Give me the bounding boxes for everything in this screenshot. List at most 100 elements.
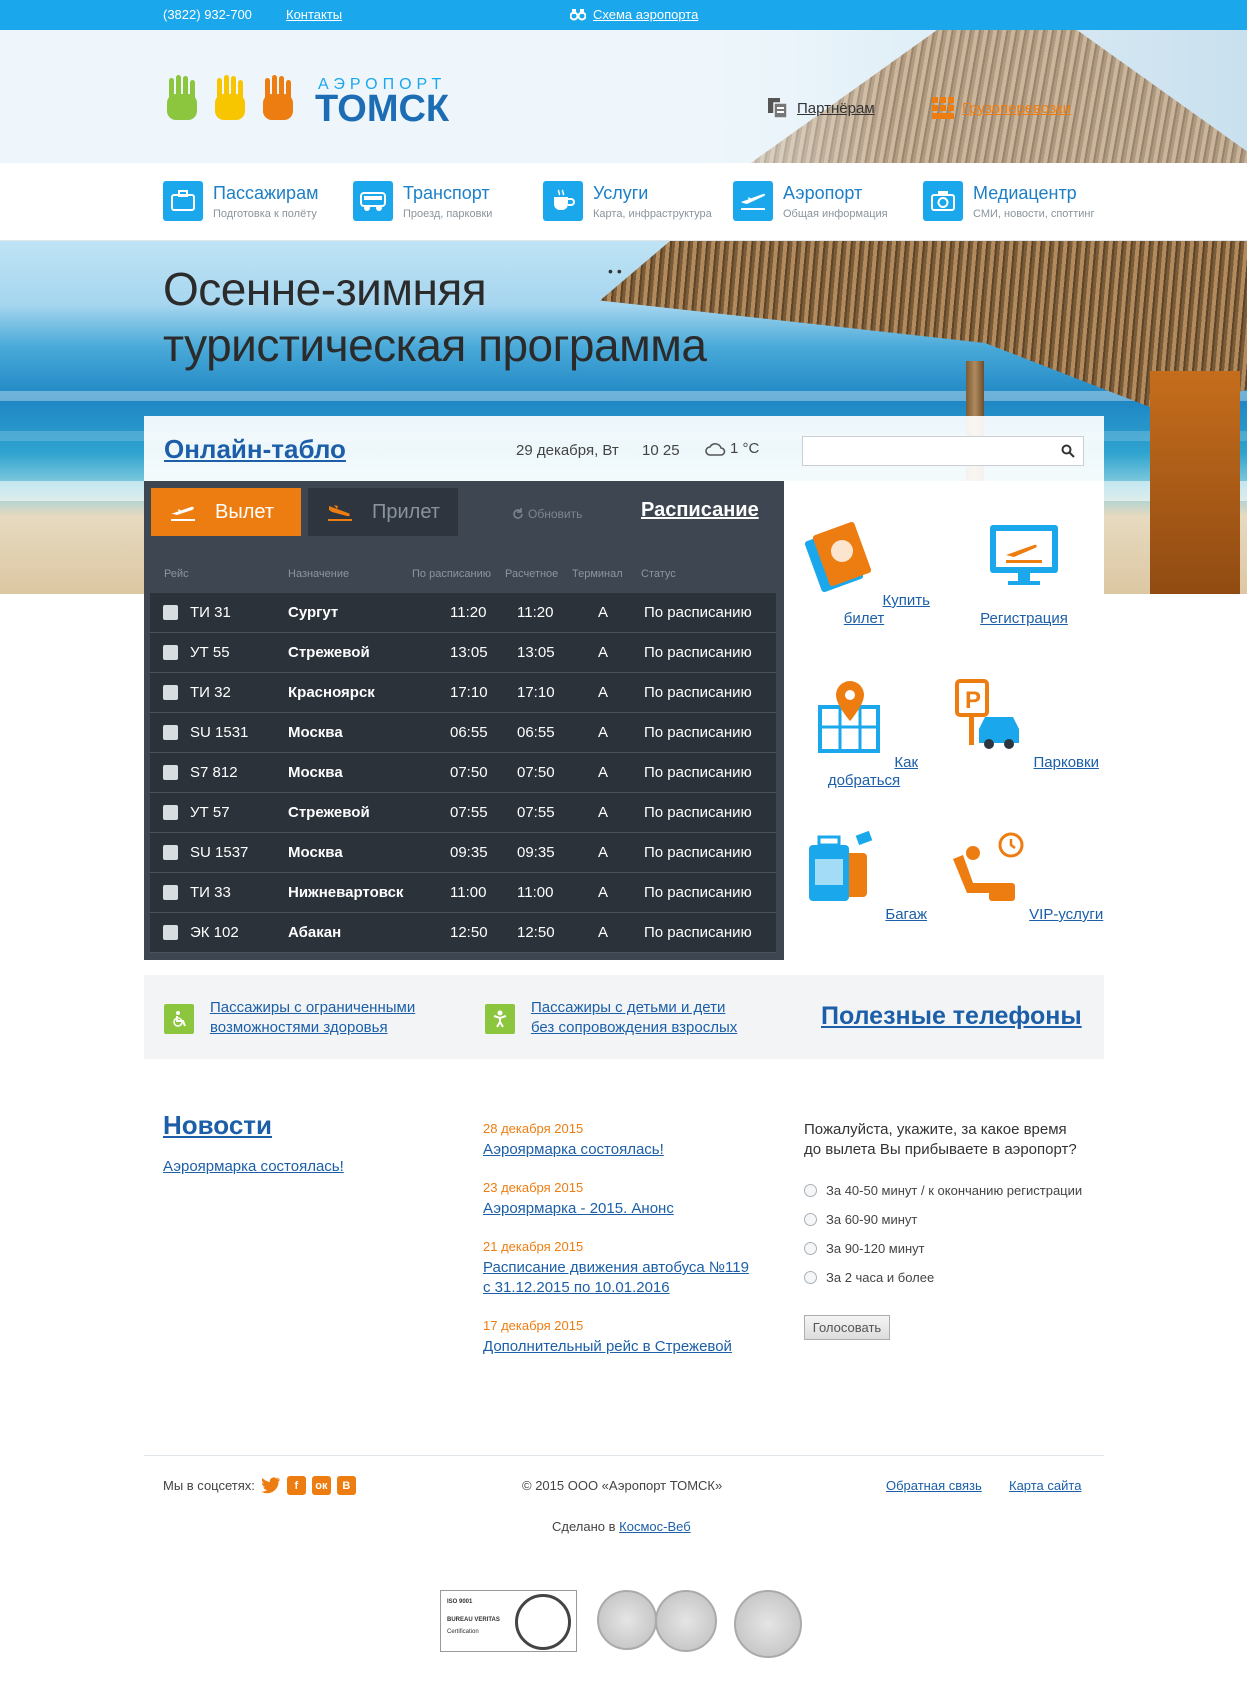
table-row[interactable]: УТ 57 Стрежевой 07:55 07:55 A По расписанию <box>150 793 776 833</box>
passport-icon <box>804 521 872 593</box>
suitcase-icon <box>163 181 203 221</box>
documents-icon <box>768 98 788 119</box>
cargo-link-group[interactable]: Грузоперевозки <box>932 97 1071 119</box>
boxes-icon <box>932 97 954 119</box>
airline-logo-icon <box>163 885 178 900</box>
weather: 1 °C <box>704 440 759 457</box>
radio-button[interactable] <box>804 1271 817 1284</box>
list-item: 21 декабря 2015 Расписание движения авто… <box>483 1239 749 1296</box>
airline-logo-icon <box>163 685 178 700</box>
special-passengers-strip: Пассажиры с ограниченными возможностями з… <box>144 975 1104 1059</box>
poll-option[interactable]: За 2 часа и более <box>804 1270 934 1285</box>
schedule-link[interactable]: Расписание <box>641 499 759 522</box>
cargo-link[interactable]: Грузоперевозки <box>962 100 1071 117</box>
airline-logo-icon <box>163 725 178 740</box>
flight-rows: ТИ 31 Сургут 11:20 11:20 A По расписанию УТ 5… <box>150 593 776 953</box>
vote-button[interactable]: Голосовать <box>804 1315 890 1340</box>
airline-logo-icon <box>163 845 178 860</box>
table-row[interactable]: SU 1537 Москва 09:35 09:35 A По расписанию <box>150 833 776 873</box>
contacts-link[interactable]: Контакты <box>286 7 342 22</box>
binoculars-icon <box>569 8 587 24</box>
radio-button[interactable] <box>804 1184 817 1197</box>
disabled-passengers-link[interactable]: Пассажиры с ограниченными возможностями з… <box>210 998 415 1038</box>
arrival-plane-icon <box>328 505 352 521</box>
table-row[interactable]: ТИ 32 Красноярск 17:10 17:10 A По расписанию <box>150 673 776 713</box>
refresh-icon <box>513 508 523 519</box>
current-time: 10 25 <box>642 442 680 459</box>
poll-option[interactable]: За 40-50 минут / к окончанию регистрации <box>804 1183 1082 1198</box>
facebook-icon[interactable]: f <box>286 1476 306 1495</box>
hands-logo-icon <box>167 75 293 120</box>
bureau-veritas-certificate: ISO 9001 BUREAU VERITAS Certification <box>440 1590 577 1652</box>
children-passengers-link[interactable]: Пассажиры с детьми и дети без сопровожден… <box>531 998 737 1038</box>
service-vip[interactable]: VIP-услуги <box>944 829 1104 924</box>
cloud-icon <box>705 442 726 456</box>
online-board-title[interactable]: Онлайн-табло <box>164 434 346 465</box>
award-medal-icon <box>655 1590 717 1652</box>
main-nav: Пассажирам Подготовка к полёту Транспорт… <box>0 163 1247 241</box>
social-links: Мы в соцсетях: f ок B <box>163 1476 356 1495</box>
table-row[interactable]: ТИ 33 Нижневартовск 11:00 11:00 A По расписан… <box>150 873 776 913</box>
award-medal-icon <box>597 1590 657 1650</box>
service-registration[interactable]: Регистрация <box>944 515 1104 628</box>
airport-scheme-link[interactable]: Схема аэропорта <box>593 7 698 22</box>
beach-umbrella-image <box>1150 371 1240 594</box>
twitter-icon[interactable] <box>260 1477 281 1494</box>
partners-link-group[interactable]: Партнёрам <box>767 97 875 119</box>
search-icon[interactable] <box>1061 444 1075 458</box>
airline-logo-icon <box>163 925 178 940</box>
poll-option[interactable]: За 60-90 минут <box>804 1212 917 1227</box>
service-buy-ticket[interactable]: Купить билет <box>784 515 944 628</box>
table-row[interactable]: S7 812 Москва 07:50 07:50 A По расписанию <box>150 753 776 793</box>
service-directions[interactable]: Как добраться <box>784 677 944 790</box>
luggage-icon <box>808 830 873 901</box>
child-icon <box>485 1004 515 1034</box>
odnoklassniki-icon[interactable]: ок <box>311 1476 331 1495</box>
coffee-cup-icon <box>543 181 583 221</box>
service-parking[interactable]: P Парковки <box>944 677 1104 772</box>
header: АЭРОПОРТ ТОМСК Партнёрам Грузоперевозки <box>0 30 1247 163</box>
svg-text:P: P <box>965 687 981 714</box>
tab-departure[interactable]: Вылет <box>151 488 301 536</box>
temperature: 1 °C <box>730 440 760 457</box>
radio-button[interactable] <box>804 1242 817 1255</box>
refresh-button[interactable]: Обновить <box>512 507 582 521</box>
table-row[interactable]: ЭК 102 Абакан 12:50 12:50 A По расписанию <box>150 913 776 953</box>
tab-arrival[interactable]: Прилет <box>308 488 458 536</box>
vkontakte-icon[interactable]: B <box>336 1476 356 1495</box>
search-input[interactable] <box>803 437 1048 465</box>
news-title[interactable]: Новости <box>163 1110 272 1141</box>
footer-divider <box>144 1455 1104 1456</box>
sitemap-link[interactable]: Карта сайта <box>1009 1478 1081 1493</box>
developer-link[interactable]: Космос-Веб <box>619 1519 691 1534</box>
services-grid: Купить билет Регистрация Как добраться P… <box>784 481 1104 960</box>
airline-logo-icon <box>163 765 178 780</box>
radio-button[interactable] <box>804 1213 817 1226</box>
table-row[interactable]: УТ 55 Стрежевой 13:05 13:05 A По расписанию <box>150 633 776 673</box>
partners-link[interactable]: Партнёрам <box>797 100 875 117</box>
copyright: © 2015 ООО «Аэропорт ТОМСК» <box>522 1478 723 1493</box>
table-row[interactable]: SU 1531 Москва 06:55 06:55 A По расписанию <box>150 713 776 753</box>
award-medal-icon <box>734 1590 802 1658</box>
flight-board: Вылет Прилет Обновить Расписание Рейс На… <box>144 481 784 960</box>
featured-news-link[interactable]: Аэроярмарка состоялась! <box>163 1158 344 1175</box>
search-box <box>802 436 1084 466</box>
poll-option[interactable]: За 90-120 минут <box>804 1241 925 1256</box>
current-date: 29 декабря, Вт <box>516 442 619 459</box>
table-row[interactable]: ТИ 31 Сургут 11:20 11:20 A По расписанию <box>150 593 776 633</box>
feedback-link[interactable]: Обратная связь <box>886 1478 982 1493</box>
airline-logo-icon <box>163 605 178 620</box>
departure-plane-icon <box>171 506 195 521</box>
made-by: Сделано в Космос-Веб <box>552 1519 691 1534</box>
list-item: 23 декабря 2015 Аэроярмарка - 2015. Анон… <box>483 1180 674 1217</box>
service-baggage[interactable]: Багаж <box>784 829 944 924</box>
useful-phones-link[interactable]: Полезные телефоны <box>821 1002 1082 1031</box>
parking-icon: P <box>955 679 1020 749</box>
list-item: 28 декабря 2015 Аэроярмарка состоялась! <box>483 1121 664 1158</box>
phone-number: (3822) 932-700 <box>163 7 252 22</box>
airplane-icon <box>733 181 773 221</box>
airport-logo[interactable]: АЭРОПОРТ ТОМСК <box>163 74 473 134</box>
hero-title: Осенне-зимняя туристическая программа <box>163 263 707 371</box>
monitor-icon <box>990 525 1058 585</box>
bureau-veritas-seal-icon <box>515 1594 571 1650</box>
